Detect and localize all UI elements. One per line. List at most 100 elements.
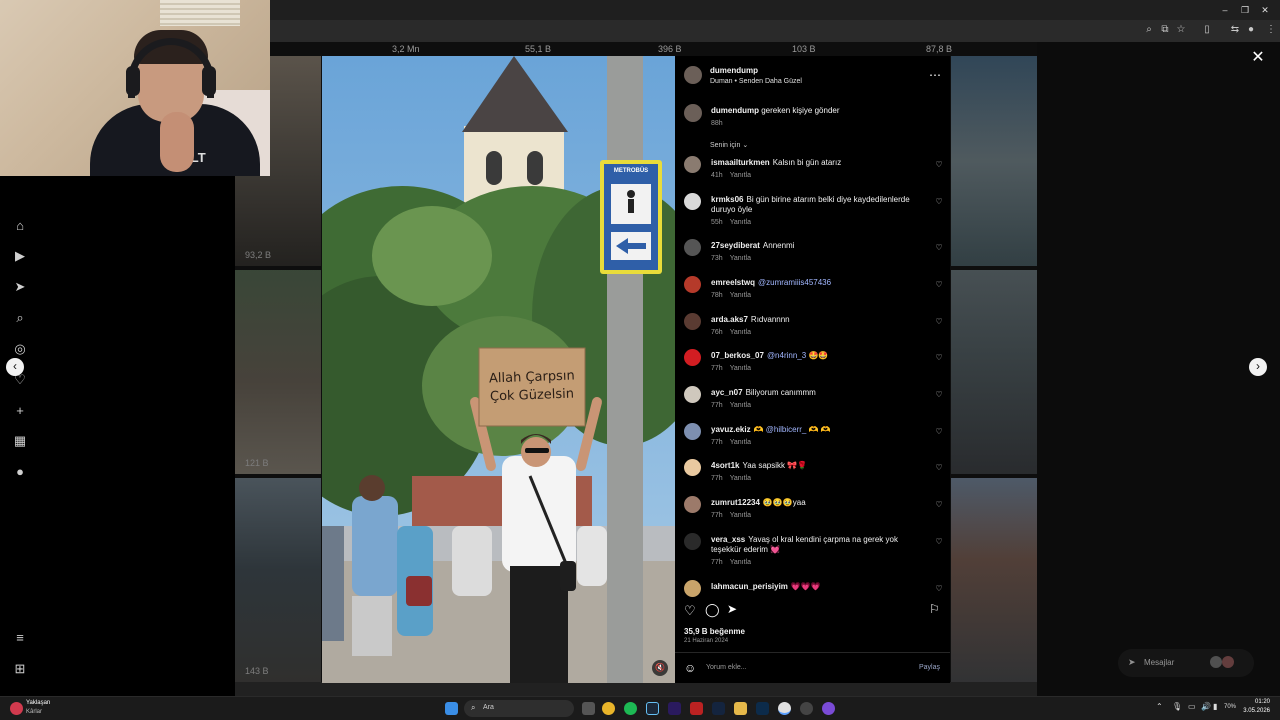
extension-icon[interactable]: ⧉	[1158, 23, 1172, 37]
comment-like-icon[interactable]: ♡	[934, 353, 944, 363]
reels-icon[interactable]: ▶	[12, 248, 28, 264]
reply-button[interactable]: Yanıtla	[730, 439, 751, 446]
taskbar-search[interactable]: ⌕ Ara	[464, 700, 574, 717]
comment-username[interactable]: 07_berkos_07	[711, 351, 764, 360]
profile-avatar-icon[interactable]: ●	[12, 464, 28, 480]
comment-username[interactable]: emreelstwq	[711, 278, 755, 287]
mic-icon[interactable]: 🎙	[1172, 702, 1182, 711]
save-icon[interactable]: ⚐	[929, 602, 940, 616]
comment-username[interactable]: 27seydiberat	[711, 241, 760, 250]
comment-username[interactable]: krmks06	[711, 195, 743, 204]
post-author[interactable]: dumendump	[710, 66, 758, 75]
emoji-icon[interactable]: ☺	[684, 661, 696, 675]
commenter-avatar[interactable]	[684, 580, 701, 597]
comment-like-icon[interactable]: ♡	[934, 390, 944, 400]
comment-sort-dropdown[interactable]: Senin için ⌄	[710, 141, 748, 149]
feed-tile[interactable]	[951, 56, 1037, 266]
chrome-icon[interactable]	[602, 702, 615, 715]
weather-widget-icon[interactable]	[10, 702, 23, 715]
close-window-icon[interactable]: ✕	[1258, 3, 1272, 17]
commenter-avatar[interactable]	[684, 276, 701, 293]
mute-icon[interactable]: 🔇	[652, 660, 668, 676]
comment-mention[interactable]: @zumramiiis457436	[758, 278, 831, 287]
comment-username[interactable]: arda.aks7	[711, 315, 748, 324]
battery-icon[interactable]: ▮	[1213, 702, 1217, 711]
meta-icon[interactable]: ⊞	[12, 661, 28, 677]
comment-icon[interactable]: ◯	[705, 602, 720, 618]
commenter-avatar[interactable]	[684, 423, 701, 440]
app-icon[interactable]	[822, 702, 835, 715]
comment-like-icon[interactable]: ♡	[934, 317, 944, 327]
comment-like-icon[interactable]: ♡	[934, 280, 944, 290]
commenter-avatar[interactable]	[684, 459, 701, 476]
start-icon[interactable]	[445, 702, 458, 715]
comment-like-icon[interactable]: ♡	[934, 197, 944, 207]
like-count[interactable]: 35,9 B beğenme	[684, 627, 745, 636]
feed-tile[interactable]: 143 B	[235, 478, 321, 682]
send-icon[interactable]: ➤	[12, 279, 28, 295]
reply-button[interactable]: Yanıtla	[730, 329, 751, 336]
photoshop-icon[interactable]	[756, 702, 769, 715]
comment-mention[interactable]: @n4rinn_3	[767, 351, 806, 360]
minimize-icon[interactable]: –	[1218, 3, 1232, 17]
comment-like-icon[interactable]: ♡	[934, 537, 944, 547]
weather-sub[interactable]: Kârlar	[26, 709, 42, 715]
feed-tile[interactable]	[951, 478, 1037, 682]
comment-username[interactable]: vera_xss	[711, 535, 745, 544]
weather-title[interactable]: Yaklaşan	[26, 700, 50, 706]
file-explorer-icon[interactable]	[734, 702, 747, 715]
reply-button[interactable]: Yanıtla	[730, 292, 751, 299]
tab-icon[interactable]: ⇆	[1228, 23, 1242, 37]
volume-icon[interactable]: 🔊	[1201, 702, 1211, 711]
vpn-icon[interactable]	[690, 702, 703, 715]
browser-menu-icon[interactable]: ⋮	[1264, 23, 1278, 37]
commenter-avatar[interactable]	[684, 533, 701, 550]
previous-post-button[interactable]: ‹	[6, 358, 24, 376]
next-post-button[interactable]: ›	[1249, 358, 1267, 376]
reply-button[interactable]: Yanıtla	[730, 219, 751, 226]
tray-chevron-icon[interactable]: ⌃	[1156, 702, 1163, 711]
spotify-icon[interactable]	[624, 702, 637, 715]
chrome-active-icon[interactable]	[778, 702, 791, 715]
comment-like-icon[interactable]: ♡	[934, 160, 944, 170]
premiere-icon[interactable]	[668, 702, 681, 715]
comment-like-icon[interactable]: ♡	[934, 463, 944, 473]
comment-username[interactable]: ayc_n07	[711, 388, 743, 397]
comment-username[interactable]: lahmacun_perisiyim	[711, 582, 788, 591]
reply-button[interactable]: Yanıtla	[730, 512, 751, 519]
search-icon[interactable]: ⌕	[12, 310, 28, 326]
bookmark-star-icon[interactable]: ☆	[1174, 23, 1188, 37]
comment-input[interactable]: Yorum ekle...	[706, 664, 747, 671]
maximize-icon[interactable]: ❐	[1238, 3, 1252, 17]
comment-mention[interactable]: @hilbicerr_	[766, 425, 807, 434]
post-audio[interactable]: Duman • Senden Daha Güzel	[710, 78, 802, 85]
reply-button[interactable]: Yanıtla	[730, 402, 751, 409]
caption-user[interactable]: dumendump	[711, 106, 759, 115]
comment-like-icon[interactable]: ♡	[934, 500, 944, 510]
feed-tile[interactable]: 121 B	[235, 270, 321, 474]
reply-button[interactable]: Yanıtla	[730, 475, 751, 482]
share-icon[interactable]: ➤	[727, 602, 737, 616]
comment-username[interactable]: zumrut12234	[711, 498, 760, 507]
home-icon[interactable]: ⌂	[12, 218, 28, 234]
comment-username[interactable]: ismaailturkmen	[711, 158, 770, 167]
post-photo[interactable]: Allah Çarpsın Çok Güzelsin METROBÜS 🔇	[322, 56, 675, 683]
messages-button[interactable]: ➤ Mesajlar	[1118, 649, 1254, 677]
clock-time[interactable]: 01:20	[1244, 699, 1270, 705]
feed-tile[interactable]	[951, 270, 1037, 474]
caption-avatar[interactable]	[684, 104, 702, 122]
comment-like-icon[interactable]: ♡	[934, 584, 944, 594]
commenter-avatar[interactable]	[684, 313, 701, 330]
like-icon[interactable]: ♡	[684, 603, 696, 619]
post-comment-button[interactable]: Paylaş	[919, 664, 940, 671]
reply-button[interactable]: Yanıtla	[730, 559, 751, 566]
commenter-avatar[interactable]	[684, 239, 701, 256]
commenter-avatar[interactable]	[684, 156, 701, 173]
clock-date[interactable]: 3.05.2026	[1238, 708, 1270, 714]
obs-icon[interactable]	[800, 702, 813, 715]
commenter-avatar[interactable]	[684, 386, 701, 403]
reply-button[interactable]: Yanıtla	[730, 172, 751, 179]
close-modal-icon[interactable]: ✕	[1250, 50, 1266, 66]
more-options-icon[interactable]: ⋯	[929, 68, 941, 82]
comment-like-icon[interactable]: ♡	[934, 243, 944, 253]
